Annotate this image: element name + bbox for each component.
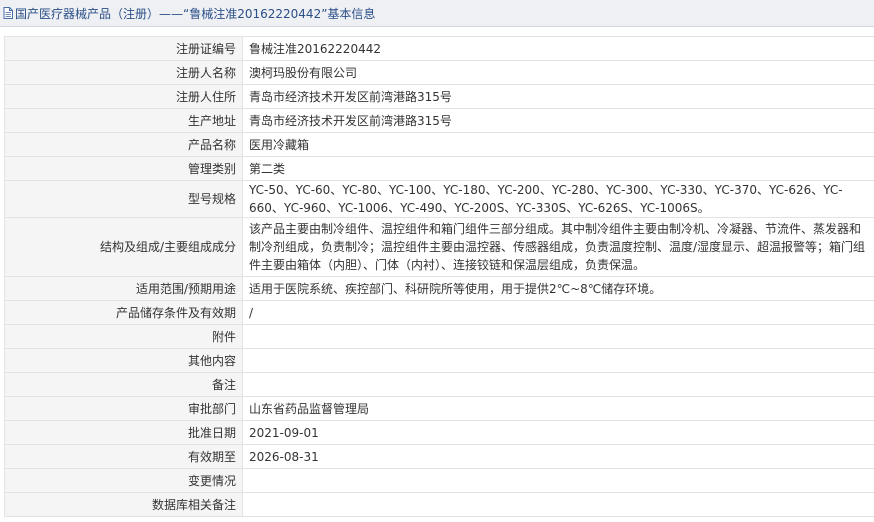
table-row-production-address: 生产地址 青岛市经济技术开发区前湾港路315号 [4,108,874,133]
table-row-valid-until: 有效期至 2026-08-31 [4,444,874,469]
row-label: 注册人住所 [4,84,243,109]
row-label: 变更情况 [4,468,243,493]
row-label: 结构及组成/主要组成成分 [4,217,243,277]
row-value [242,372,874,397]
row-value: 第二类 [242,156,874,181]
page-header: 国产医疗器械产品（注册）——“鲁械注准20162220442”基本信息 [0,0,874,27]
row-value: 澳柯玛股份有限公司 [242,60,874,85]
row-value: 该产品主要由制冷组件、温控组件和箱门组件三部分组成。其中制冷组件主要由制冷机、冷… [242,217,874,277]
row-label: 管理类别 [4,156,243,181]
row-value [242,324,874,349]
row-label: 生产地址 [4,108,243,133]
table-row-registration-no: 注册证编号 鲁械注准20162220442 [4,36,874,61]
row-label: 有效期至 [4,444,243,469]
table-row-product-name: 产品名称 医用冷藏箱 [4,132,874,157]
table-row-intended-use: 适用范围/预期用途 适用于医院系统、疾控部门、科研院所等使用，用于提供2℃~8℃… [4,276,874,301]
row-value: / [242,300,874,325]
table-row-management-class: 管理类别 第二类 [4,156,874,181]
table-row-attachment: 附件 [4,324,874,349]
row-label: 注册证编号 [4,36,243,61]
row-value: 山东省药品监督管理局 [242,396,874,421]
row-label: 审批部门 [4,396,243,421]
row-label: 产品名称 [4,132,243,157]
table-row-approval-dept: 审批部门 山东省药品监督管理局 [4,396,874,421]
row-label: 数据库相关备注 [4,492,243,517]
row-label: 型号规格 [4,180,243,218]
row-label: 备注 [4,372,243,397]
row-value: 2021-09-01 [242,420,874,445]
row-value: YC-50、YC-60、YC-80、YC-100、YC-180、YC-200、Y… [242,180,874,218]
row-value: 2026-08-31 [242,444,874,469]
page-title: 国产医疗器械产品（注册）——“鲁械注准20162220442”基本信息 [15,6,376,21]
row-label: 产品储存条件及有效期 [4,300,243,325]
info-table: 注册证编号 鲁械注准20162220442 注册人名称 澳柯玛股份有限公司 注册… [4,36,874,517]
row-value: 青岛市经济技术开发区前湾港路315号 [242,108,874,133]
row-label: 适用范围/预期用途 [4,276,243,301]
table-row-other: 其他内容 [4,348,874,373]
row-value [242,492,874,517]
row-label: 其他内容 [4,348,243,373]
table-row-structure: 结构及组成/主要组成成分 该产品主要由制冷组件、温控组件和箱门组件三部分组成。其… [4,217,874,277]
row-value [242,468,874,493]
row-value: 鲁械注准20162220442 [242,36,874,61]
table-row-changes: 变更情况 [4,468,874,493]
row-label: 批准日期 [4,420,243,445]
document-icon [3,7,13,19]
table-row-registrant-name: 注册人名称 澳柯玛股份有限公司 [4,60,874,85]
row-value: 医用冷藏箱 [242,132,874,157]
row-label: 附件 [4,324,243,349]
table-row-storage: 产品储存条件及有效期 / [4,300,874,325]
row-value: 适用于医院系统、疾控部门、科研院所等使用，用于提供2℃~8℃储存环境。 [242,276,874,301]
table-row-model-spec: 型号规格 YC-50、YC-60、YC-80、YC-100、YC-180、YC-… [4,180,874,218]
table-row-remarks: 备注 [4,372,874,397]
table-row-registrant-address: 注册人住所 青岛市经济技术开发区前湾港路315号 [4,84,874,109]
row-value [242,348,874,373]
table-row-db-remarks: 数据库相关备注 [4,492,874,517]
row-label: 注册人名称 [4,60,243,85]
row-value: 青岛市经济技术开发区前湾港路315号 [242,84,874,109]
table-row-approval-date: 批准日期 2021-09-01 [4,420,874,445]
